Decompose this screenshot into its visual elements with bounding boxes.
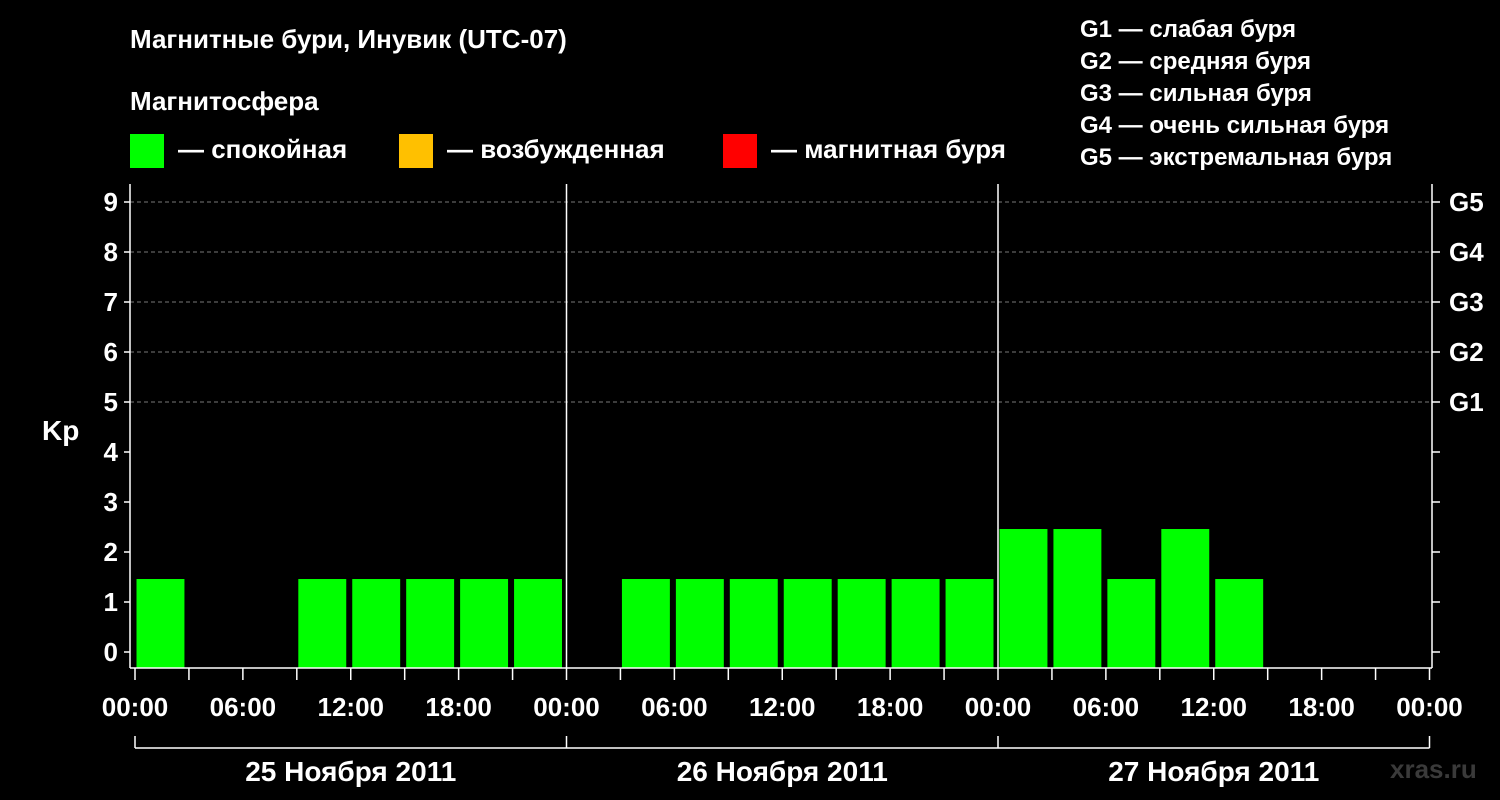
x-tick-label: 06:00 — [1073, 692, 1140, 722]
kp-bar — [298, 579, 347, 668]
x-tick-label: 00:00 — [533, 692, 600, 722]
g-scale-label: G1 — [1449, 387, 1484, 417]
day-label: 27 Ноября 2011 — [1108, 756, 1319, 787]
x-tick-label: 06:00 — [210, 692, 277, 722]
kp-bar — [945, 579, 994, 668]
x-tick-label: 12:00 — [318, 692, 385, 722]
y-axis-label: Kp — [42, 415, 79, 446]
y-tick-label: 9 — [104, 187, 118, 217]
day-label: 25 Ноября 2011 — [245, 756, 456, 787]
g-scale-label: G5 — [1449, 187, 1484, 217]
y-tick-label: 7 — [104, 287, 118, 317]
x-tick-label: 06:00 — [641, 692, 708, 722]
kp-bar — [136, 579, 185, 668]
kp-bar — [514, 579, 562, 668]
kp-bar — [891, 579, 940, 668]
kp-bar — [999, 529, 1048, 668]
y-tick-label: 2 — [104, 537, 118, 567]
kp-bar — [783, 579, 832, 668]
kp-bar — [1161, 529, 1210, 668]
day-label: 26 Ноября 2011 — [677, 756, 888, 787]
kp-bar — [621, 579, 670, 668]
kp-bar — [460, 579, 509, 668]
y-tick-label: 0 — [104, 637, 118, 667]
g-scale-label: G2 — [1449, 337, 1484, 367]
y-tick-label: 8 — [104, 237, 118, 267]
kp-bar-chart: 0 1 2 3 4 5 6 7 8 9 G1 G2 G3 G4 G5 00:00 06:00 12:00 18:00… — [42, 184, 1484, 787]
g-scale-label: G3 — [1449, 287, 1484, 317]
y-tick-label: 6 — [104, 337, 118, 367]
kp-bar — [352, 579, 401, 668]
y-tick-label: 3 — [104, 487, 118, 517]
y-tick-label: 5 — [104, 387, 118, 417]
x-tick-label: 18:00 — [857, 692, 924, 722]
kp-bar — [837, 579, 886, 668]
kp-bar — [1215, 579, 1264, 668]
x-tick-label: 18:00 — [1288, 692, 1355, 722]
g-scale-label: G4 — [1449, 237, 1484, 267]
kp-bar — [1053, 529, 1102, 668]
kp-bar — [729, 579, 778, 668]
x-tick-label: 18:00 — [425, 692, 492, 722]
x-tick-label: 00:00 — [965, 692, 1032, 722]
kp-bar — [1107, 579, 1156, 668]
x-tick-label: 12:00 — [749, 692, 816, 722]
x-tick-label: 00:00 — [1396, 692, 1463, 722]
y-tick-label: 1 — [104, 587, 118, 617]
y-tick-label: 4 — [104, 437, 119, 467]
x-tick-label: 12:00 — [1181, 692, 1248, 722]
kp-bar — [406, 579, 455, 668]
kp-bar — [675, 579, 724, 668]
x-tick-label: 00:00 — [102, 692, 169, 722]
